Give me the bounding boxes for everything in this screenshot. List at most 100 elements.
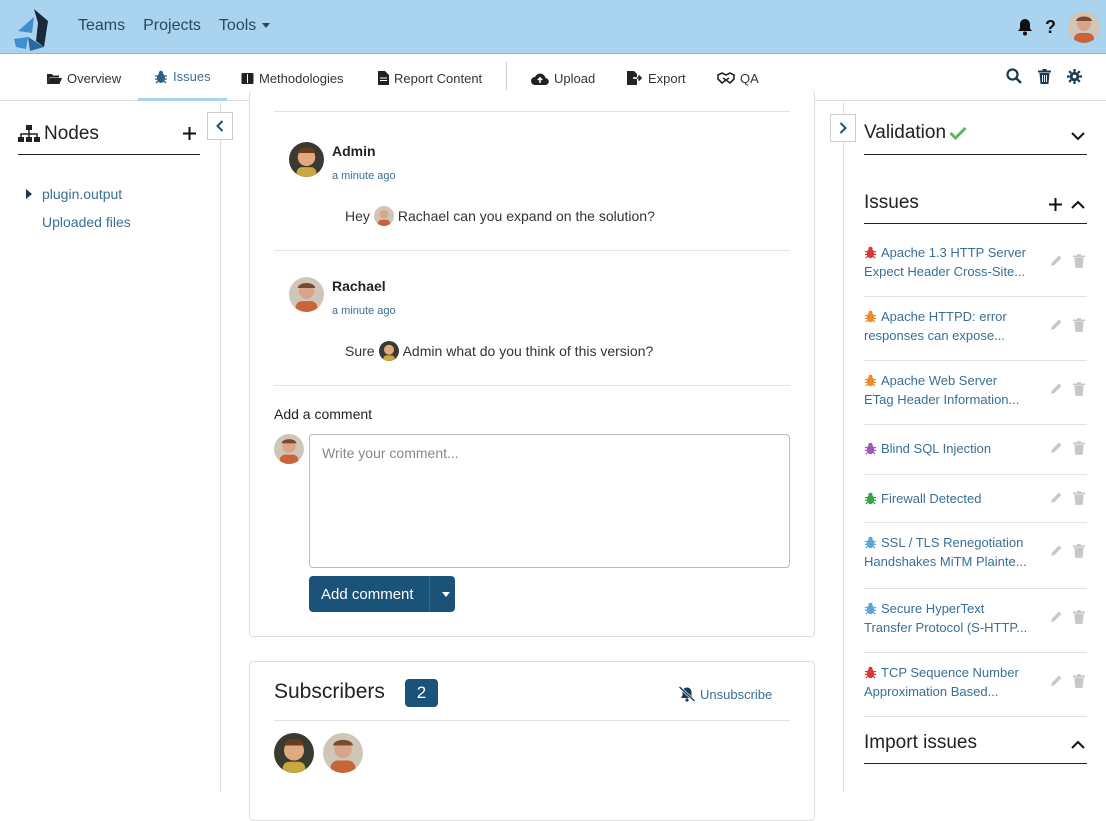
comment-author: Admin [332, 143, 376, 159]
trash-icon[interactable] [1073, 610, 1085, 624]
handshake-icon [717, 72, 735, 84]
issue-line-1: Apache HTTPD: error [881, 309, 1007, 324]
trash-icon[interactable] [1073, 544, 1085, 558]
trash-icon[interactable] [1073, 441, 1085, 455]
add-issue-icon[interactable] [1048, 197, 1063, 212]
comment-body: Sure Admin what do you think of this ver… [345, 341, 653, 361]
issue-line-2: Approximation Based... [864, 684, 999, 699]
top-navbar: Teams Projects Tools ? [0, 0, 1106, 54]
bug-icon [864, 374, 877, 387]
issue-title[interactable]: TCP Sequence Number Approximation Based..… [864, 663, 1036, 701]
trash-icon[interactable] [1038, 68, 1051, 84]
chevron-up-icon[interactable] [1071, 740, 1085, 749]
edit-icon[interactable] [1049, 610, 1063, 624]
nodes-heading: Nodes [18, 123, 99, 145]
bug-icon [864, 310, 877, 323]
search-icon[interactable] [1006, 68, 1022, 84]
nav-teams[interactable]: Teams [78, 17, 125, 35]
nav-projects[interactable]: Projects [143, 17, 201, 35]
issue-item[interactable]: TCP Sequence Number Approximation Based..… [864, 653, 1087, 717]
bug-icon [864, 602, 877, 615]
issue-title[interactable]: SSL / TLS Renegotiation Handshakes MiTM P… [864, 533, 1036, 571]
tab-issues[interactable]: Issues [138, 55, 227, 101]
issue-title[interactable]: Secure HyperText Transfer Protocol (S-HTT… [864, 599, 1036, 637]
subscriber-avatar[interactable] [323, 733, 363, 773]
app-logo[interactable] [14, 7, 54, 51]
node-label: plugin.output [42, 186, 123, 202]
check-icon [949, 126, 967, 140]
add-comment-label: Add a comment [274, 406, 373, 422]
trash-icon[interactable] [1073, 674, 1085, 688]
file-icon [378, 71, 389, 85]
issue-item[interactable]: Apache 1.3 HTTP Server Expect Header Cros… [864, 233, 1087, 297]
issue-line-1: SSL / TLS Renegotiation [881, 535, 1024, 550]
chevron-right-icon [839, 122, 847, 134]
validation-divider [864, 154, 1087, 155]
collapse-right-button[interactable] [830, 114, 856, 142]
edit-icon[interactable] [1049, 318, 1063, 332]
edit-icon[interactable] [1049, 382, 1063, 396]
add-comment-dropdown[interactable] [429, 576, 455, 612]
edit-icon[interactable] [1049, 544, 1063, 558]
help-icon[interactable]: ? [1045, 17, 1056, 38]
trash-icon[interactable] [1073, 254, 1085, 268]
user-avatar[interactable] [1068, 11, 1100, 43]
issue-title[interactable]: Apache 1.3 HTTP Server Expect Header Cros… [864, 243, 1036, 281]
caret-right-icon[interactable] [26, 189, 32, 199]
comment-divider [274, 111, 790, 112]
issue-line-2: Expect Header Cross-Site... [864, 264, 1026, 279]
bell-icon[interactable] [1017, 18, 1033, 36]
trash-icon[interactable] [1073, 491, 1085, 505]
unsubscribe-label: Unsubscribe [700, 686, 773, 702]
comment-text: can you expand on the solution? [453, 208, 655, 224]
import-issues-title: Import issues [864, 732, 977, 753]
add-comment-button[interactable]: Add comment [309, 576, 455, 612]
collapse-left-button[interactable] [207, 112, 233, 140]
admin-avatar [289, 142, 324, 177]
chevron-down-icon[interactable] [1071, 132, 1085, 141]
trash-icon[interactable] [1073, 382, 1085, 396]
issue-title[interactable]: Firewall Detected [864, 489, 1036, 508]
issue-item[interactable]: Apache HTTPD: error responses can expose.… [864, 297, 1087, 361]
tab-overview[interactable]: Overview [46, 55, 121, 101]
caret-down-icon [441, 591, 450, 597]
issue-line-1: Firewall Detected [881, 491, 982, 506]
issue-item[interactable]: Apache Web Server ETag Header Information… [864, 361, 1087, 425]
nav-tools-label: Tools [218, 17, 257, 34]
bug-icon [864, 492, 877, 505]
edit-icon[interactable] [1049, 674, 1063, 688]
mention-avatar [378, 341, 399, 361]
subscriber-avatar[interactable] [274, 733, 314, 773]
comment-divider [274, 385, 790, 386]
node-plugin-output[interactable]: plugin.output [26, 180, 131, 208]
issue-title[interactable]: Apache HTTPD: error responses can expose.… [864, 307, 1036, 345]
gear-icon[interactable] [1067, 68, 1082, 84]
edit-icon[interactable] [1049, 441, 1063, 455]
issues-divider [864, 223, 1087, 224]
issues-title: Issues [864, 192, 919, 213]
edit-icon[interactable] [1049, 491, 1063, 505]
issue-title[interactable]: Blind SQL Injection [864, 439, 1036, 458]
comment-textarea[interactable]: Write your comment... [309, 434, 790, 568]
unsubscribe-link[interactable]: Unsubscribe [678, 686, 772, 702]
trash-icon[interactable] [1073, 318, 1085, 332]
nav-tools[interactable]: Tools [218, 17, 271, 35]
mention-link[interactable]: Rachael [398, 208, 449, 224]
issue-item[interactable]: SSL / TLS Renegotiation Handshakes MiTM P… [864, 523, 1087, 589]
mention-link[interactable]: Admin [403, 343, 443, 359]
issue-line-2: responses can expose... [864, 328, 1005, 343]
bug-icon [864, 536, 877, 549]
chevron-up-icon[interactable] [1071, 200, 1085, 209]
current-user-avatar [274, 434, 304, 464]
edit-icon[interactable] [1049, 254, 1063, 268]
issue-item[interactable]: Secure HyperText Transfer Protocol (S-HTT… [864, 589, 1087, 653]
issue-title[interactable]: Apache Web Server ETag Header Information… [864, 371, 1036, 409]
issue-line-2: Handshakes MiTM Plainte... [864, 554, 1027, 569]
issue-item[interactable]: Firewall Detected [864, 475, 1087, 523]
issue-item[interactable]: Blind SQL Injection [864, 425, 1087, 475]
add-node-icon[interactable] [182, 126, 197, 141]
comment-author: Rachael [332, 278, 386, 294]
node-uploaded-files[interactable]: Uploaded files [26, 208, 131, 236]
chevron-left-icon [216, 120, 224, 132]
validation-heading[interactable]: Validation [864, 122, 967, 144]
